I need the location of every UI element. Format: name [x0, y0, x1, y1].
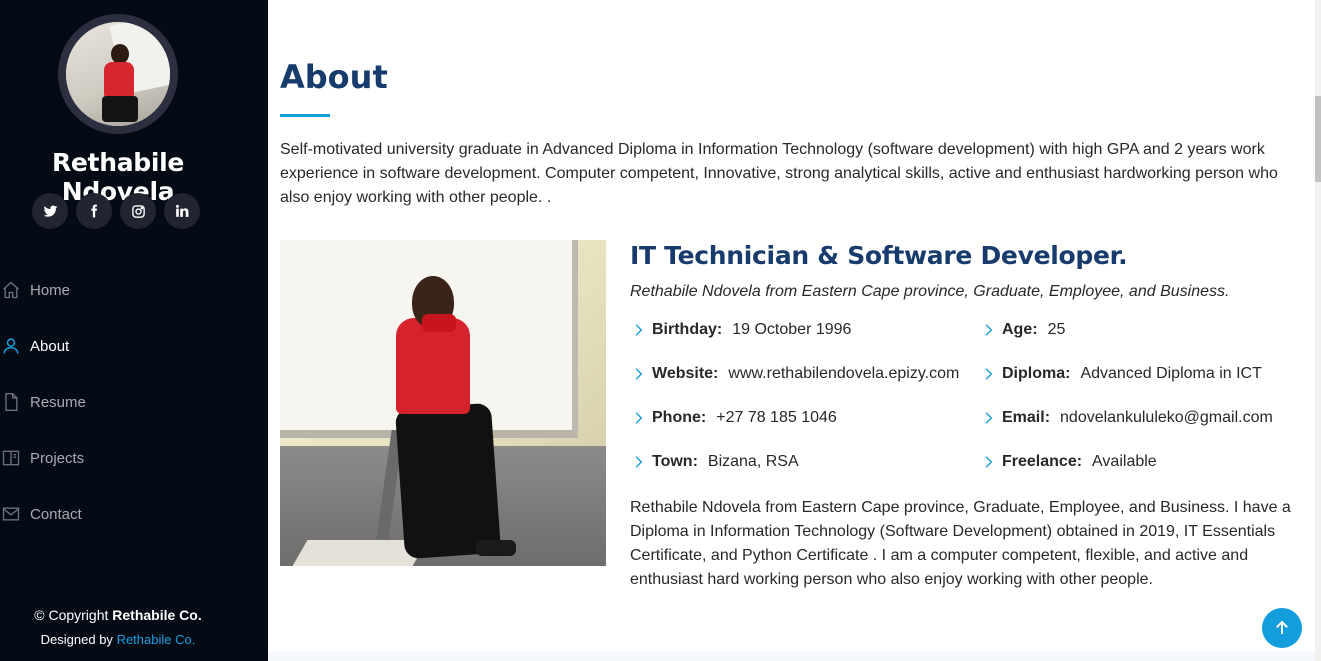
fact-phone: Phone: +27 78 185 1046 [630, 408, 837, 428]
role-subtitle: Rethabile Ndovela from Eastern Cape prov… [630, 283, 1230, 300]
fact-label: Age: [1002, 321, 1038, 338]
main-content: About Self-motivated university graduate… [268, 0, 1321, 661]
social-links [32, 193, 200, 229]
fact-email: Email: ndovelankululeko@gmail.com [980, 408, 1273, 428]
chevron-right-icon [980, 364, 1000, 384]
fact-value: 25 [1047, 321, 1066, 338]
nav-item-about[interactable]: About [0, 318, 268, 374]
nav-item-projects[interactable]: Projects [0, 430, 268, 486]
role-title: IT Technician & Software Developer. [630, 241, 1128, 270]
about-details: IT Technician & Software Developer. Reth… [630, 240, 1310, 588]
user-icon [0, 335, 22, 357]
fact-freelance: Freelance: Available [980, 452, 1157, 472]
scrollbar[interactable] [1315, 0, 1321, 661]
scrollbar-thumb[interactable] [1315, 96, 1321, 182]
copyright: © Copyright Rethabile Co. [0, 607, 236, 623]
fact-label: Website: [652, 365, 719, 382]
nav-label: Home [30, 281, 71, 299]
envelope-icon [0, 503, 22, 525]
avatar [66, 22, 170, 126]
fact-diploma: Diploma: Advanced Diploma in ICT [980, 364, 1262, 384]
main-nav: Home About Resume Projects Contact [0, 262, 268, 542]
file-icon [0, 391, 22, 413]
fact-label: Diploma: [1002, 365, 1071, 382]
twitter-icon[interactable] [32, 193, 68, 229]
section-title: About [280, 58, 388, 96]
chevron-right-icon [630, 452, 650, 472]
about-intro: Self-motivated university graduate in Ad… [280, 141, 1278, 206]
nav-item-contact[interactable]: Contact [0, 486, 268, 542]
credits-prefix: Designed by [40, 632, 113, 647]
fact-label: Birthday: [652, 321, 723, 338]
sidebar: Rethabile Ndovela Home About Resume Proj… [0, 0, 268, 661]
chevron-right-icon [980, 452, 1000, 472]
fact-value: Advanced Diploma in ICT [1080, 365, 1262, 382]
fact-label: Email: [1002, 409, 1051, 426]
fact-website: Website: www.rethabilendovela.epizy.com [630, 364, 959, 384]
chevron-right-icon [630, 408, 650, 428]
fact-value: 19 October 1996 [732, 321, 852, 338]
fact-label: Freelance: [1002, 453, 1083, 470]
arrow-up-icon [1276, 620, 1288, 634]
next-section-edge [268, 651, 1315, 661]
title-underline [280, 114, 330, 117]
fact-birthday: Birthday: 19 October 1996 [630, 320, 851, 340]
credits-link[interactable]: Rethabile Co. [117, 632, 196, 647]
fact-value: www.rethabilendovela.epizy.com [728, 365, 960, 382]
facebook-icon[interactable] [76, 193, 112, 229]
fact-age: Age: 25 [980, 320, 1065, 340]
back-to-top-button[interactable] [1262, 608, 1302, 648]
nav-item-resume[interactable]: Resume [0, 374, 268, 430]
instagram-icon[interactable] [120, 193, 156, 229]
fact-town: Town: Bizana, RSA [630, 452, 799, 472]
sidebar-footer: © Copyright Rethabile Co. Designed by Re… [0, 607, 236, 647]
fact-value: Bizana, RSA [707, 453, 799, 470]
chevron-right-icon [980, 408, 1000, 428]
avatar-frame [58, 14, 178, 134]
fact-value: ndovelankululeko@gmail.com [1060, 409, 1273, 426]
fact-value: +27 78 185 1046 [716, 409, 837, 426]
book-icon [0, 447, 22, 469]
nav-label: About [30, 337, 70, 355]
home-icon [0, 279, 22, 301]
copyright-name: Rethabile Co. [112, 607, 202, 623]
fact-value: Available [1092, 453, 1157, 470]
chevron-right-icon [630, 320, 650, 340]
nav-label: Projects [30, 449, 85, 467]
profile-photo [280, 240, 606, 566]
chevron-right-icon [980, 320, 1000, 340]
fact-label: Town: [652, 453, 698, 470]
nav-item-home[interactable]: Home [0, 262, 268, 318]
nav-label: Contact [30, 505, 82, 523]
fact-label: Phone: [652, 409, 707, 426]
nav-label: Resume [30, 393, 86, 411]
linkedin-icon[interactable] [164, 193, 200, 229]
chevron-right-icon [630, 364, 650, 384]
copyright-prefix: © Copyright [34, 607, 109, 623]
credits: Designed by Rethabile Co. [0, 632, 236, 647]
about-description: Rethabile Ndovela from Eastern Cape prov… [630, 499, 1291, 588]
